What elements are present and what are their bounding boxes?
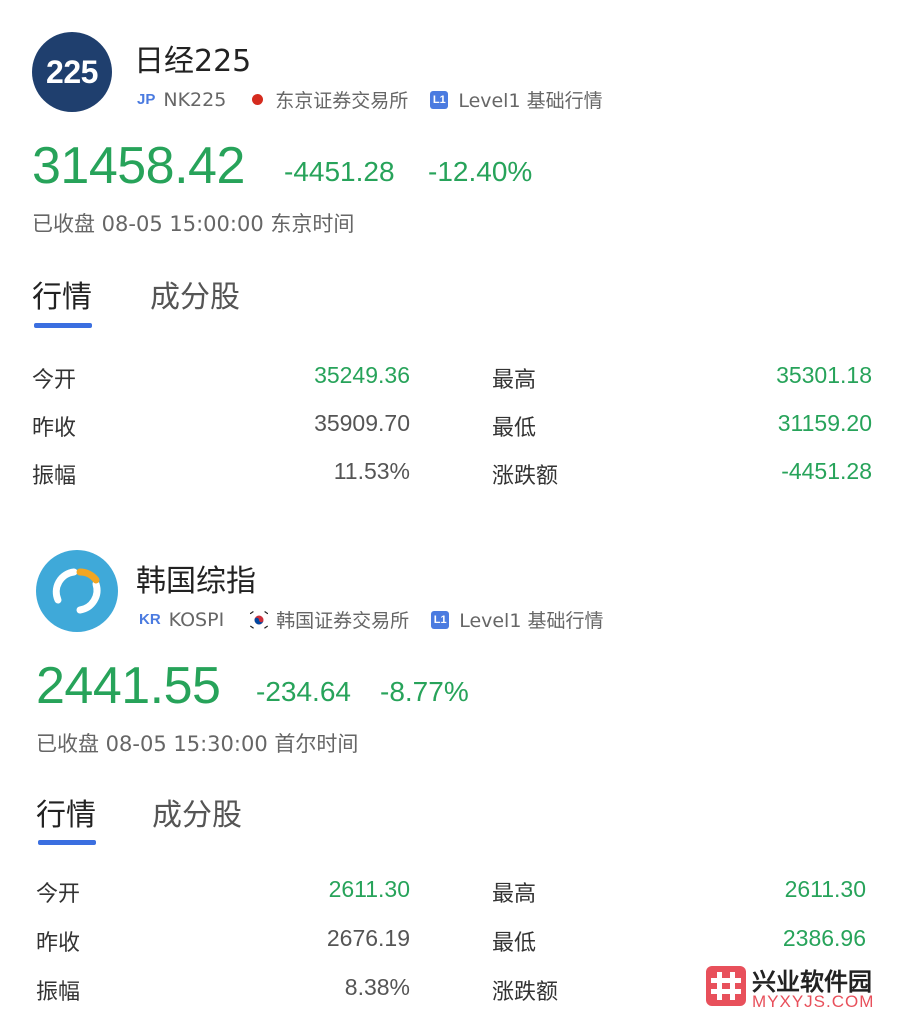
open-value: 35249.36 — [314, 362, 410, 388]
market-status: 已收盘 08-05 15:00:00 东京时间 — [32, 212, 355, 236]
korea-flag-icon — [250, 610, 269, 629]
site-watermark: 兴业软件园 MYXYJS.COM — [706, 962, 906, 1018]
low-label: 最低 — [492, 416, 537, 441]
stats-row: 昨收 2676.19 最低 2386.96 — [0, 925, 908, 965]
prev-close-label: 昨收 — [36, 931, 81, 956]
quote-level: Level1 基础行情 — [458, 90, 603, 112]
tab-constituents[interactable]: 成分股 — [150, 272, 240, 316]
exchange-name: 韩国证券交易所 — [276, 610, 410, 632]
amplitude-value: 8.38% — [344, 974, 410, 1000]
index-name: 韩国综指 — [136, 564, 256, 599]
tab-constituents[interactable]: 成分股 — [152, 790, 242, 834]
level1-badge-icon: L1 — [430, 90, 449, 109]
price-change-percent: -12.40% — [428, 156, 533, 187]
market-status: 已收盘 08-05 15:30:00 首尔时间 — [36, 732, 359, 756]
last-price: 31458.42 — [32, 137, 245, 195]
index-symbol: KOSPI — [168, 608, 225, 631]
index-name: 日经225 — [134, 44, 252, 79]
index-symbol: NK225 — [163, 88, 227, 111]
level1-badge-icon: L1 — [431, 610, 450, 629]
change-amount-label: 涨跌额 — [492, 980, 559, 1005]
tab-quote[interactable]: 行情 — [36, 790, 96, 834]
nikkei225-logo: 225 — [32, 32, 112, 112]
low-label: 最低 — [492, 931, 537, 956]
open-label: 今开 — [36, 882, 81, 907]
low-value: 31159.20 — [777, 410, 872, 436]
amplitude-label: 振幅 — [36, 980, 81, 1005]
exchange-name: 东京证券交易所 — [275, 90, 409, 112]
high-label: 最高 — [492, 882, 537, 907]
market-code-badge: KR — [139, 611, 161, 628]
quote-level: Level1 基础行情 — [459, 610, 604, 632]
price-change: -234.64 — [256, 676, 351, 707]
amplitude-label: 振幅 — [32, 464, 77, 489]
watermark-logo-icon — [706, 966, 746, 1006]
stats-row: 振幅 11.53% 涨跌额 -4451.28 — [0, 458, 908, 498]
last-price: 2441.55 — [36, 657, 221, 715]
price-change-percent: -8.77% — [380, 676, 469, 707]
prev-close-label: 昨收 — [32, 416, 77, 441]
stats-row: 今开 2611.30 最高 2611.30 — [0, 876, 908, 916]
tab-quote[interactable]: 行情 — [32, 272, 92, 316]
active-tab-indicator — [34, 323, 92, 328]
open-label: 今开 — [32, 368, 77, 393]
amplitude-value: 11.53% — [333, 458, 410, 484]
active-tab-indicator — [38, 840, 96, 845]
stats-row: 今开 35249.36 最高 35301.18 — [0, 362, 908, 402]
low-value: 2386.96 — [782, 925, 866, 951]
japan-flag-icon — [252, 94, 264, 105]
change-amount-value: -4451.28 — [781, 458, 872, 484]
high-label: 最高 — [492, 368, 537, 393]
high-value: 2611.30 — [784, 876, 866, 902]
prev-close-value: 2676.19 — [326, 925, 410, 951]
kospi-logo-icon — [36, 550, 118, 632]
open-value: 2611.30 — [328, 876, 410, 902]
watermark-url: MYXYJS.COM — [752, 992, 875, 1011]
high-value: 35301.18 — [776, 362, 872, 388]
stats-row: 昨收 35909.70 最低 31159.20 — [0, 410, 908, 450]
index-meta: JP NK225 东京证券交易所 L1 Level1 基础行情 — [137, 86, 603, 113]
change-amount-label: 涨跌额 — [492, 464, 559, 489]
market-code-badge: JP — [137, 91, 156, 108]
price-change: -4451.28 — [284, 156, 395, 187]
index-meta: KR KOSPI 韩国证券交易所 L1 Level1 基础行情 — [139, 606, 603, 633]
logo-text: 225 — [46, 53, 98, 90]
prev-close-value: 35909.70 — [314, 410, 410, 436]
